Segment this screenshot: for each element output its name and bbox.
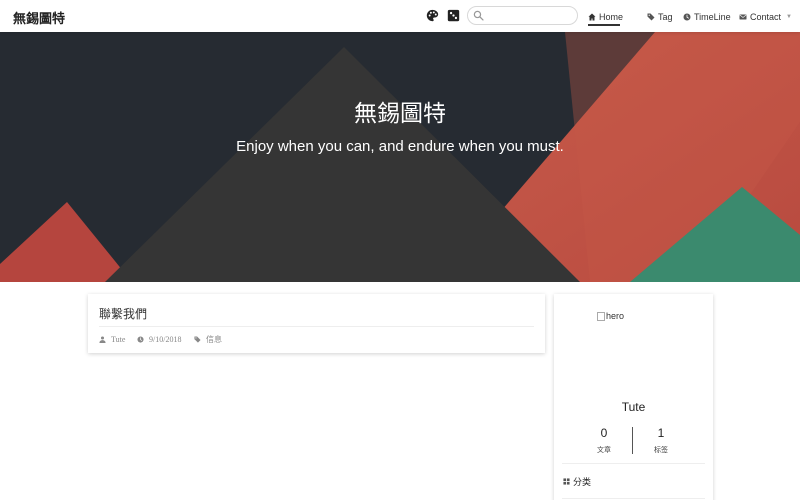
hero-background-mountains: [0, 32, 800, 282]
broken-image-icon: [597, 311, 605, 321]
profile-card: hero Tute 0 文章 1 标签 分类: [554, 294, 713, 500]
hero-subtitle: Enjoy when you can, and endure when you …: [236, 138, 564, 155]
post-author: Tute: [99, 333, 125, 345]
post-date-text: 9/10/2018: [149, 334, 182, 344]
search-input[interactable]: [488, 9, 572, 23]
palette-icon[interactable]: [426, 9, 439, 22]
post-card[interactable]: 聯繫我們 Tute 9/10/2018 信息: [88, 294, 545, 353]
nav-home[interactable]: Home: [588, 10, 623, 24]
user-icon: [99, 335, 106, 343]
stat-tags-count: 1: [657, 426, 665, 440]
stat-tags[interactable]: 1 标签: [631, 426, 691, 455]
tag-icon: [194, 335, 201, 343]
nav-home-active-indicator: [588, 24, 620, 26]
envelope-icon: [739, 14, 747, 20]
hero-banner: 無錫圖特 Enjoy when you can, and endure when…: [0, 32, 800, 282]
category-heading: 分类: [563, 475, 591, 488]
nav-timeline-label: TimeLine: [694, 12, 731, 22]
profile-image-alt: hero: [606, 311, 625, 321]
stat-posts-label: 文章: [597, 446, 611, 454]
post-title[interactable]: 聯繫我們: [99, 305, 147, 322]
post-tag-text[interactable]: 信息: [206, 334, 222, 345]
clock-icon: [137, 335, 144, 343]
nav-tag[interactable]: Tag: [647, 10, 673, 24]
nav-timeline[interactable]: TimeLine: [683, 10, 731, 24]
category-divider: [562, 498, 705, 499]
grid-icon: [563, 478, 570, 485]
tag-icon: [647, 13, 655, 21]
post-divider: [99, 326, 534, 327]
clock-icon: [683, 13, 691, 21]
stat-posts-count: 0: [600, 426, 608, 440]
post-date: 9/10/2018: [137, 333, 181, 345]
post-tag[interactable]: 信息: [194, 333, 222, 345]
home-icon: [588, 13, 596, 21]
hero-title: 無錫圖特: [354, 101, 446, 127]
chevron-down-icon: ▼: [786, 14, 792, 20]
site-brand[interactable]: 無錫圖特: [13, 8, 65, 27]
category-heading-text: 分类: [573, 478, 592, 488]
post-author-name: Tute: [111, 334, 126, 344]
stat-posts[interactable]: 0 文章: [574, 426, 634, 455]
search-icon: [473, 10, 484, 21]
nav-contact[interactable]: Contact ▼: [739, 10, 792, 24]
stat-tags-label: 标签: [654, 446, 668, 454]
sidebar-divider: [562, 463, 705, 464]
profile-name: Tute: [621, 400, 646, 414]
nav-home-label: Home: [599, 12, 624, 22]
nav-tag-label: Tag: [658, 12, 673, 22]
dice-icon[interactable]: [447, 9, 460, 22]
nav-contact-label: Contact: [750, 12, 782, 22]
top-navbar: 無錫圖特 Home Tag TimeLine Contact ▼: [0, 0, 800, 32]
search-box[interactable]: [467, 6, 578, 25]
profile-image: hero: [597, 311, 624, 321]
